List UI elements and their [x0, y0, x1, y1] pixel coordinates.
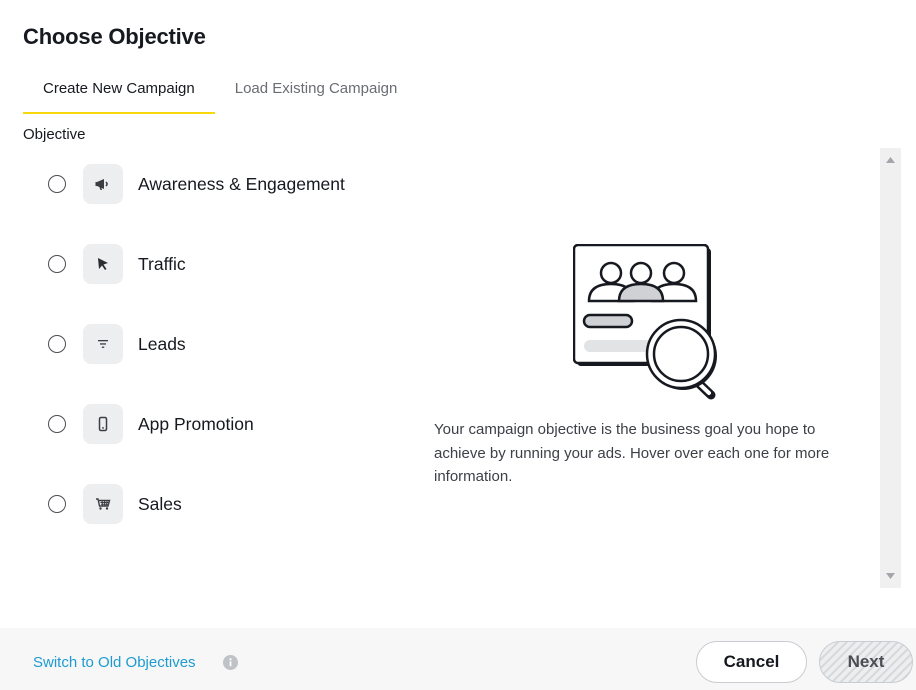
megaphone-icon: [83, 164, 123, 204]
objective-description: Your campaign objective is the business …: [434, 421, 830, 485]
awareness-label: Awareness & Engagement: [138, 173, 345, 194]
objective-option-awareness[interactable]: Awareness & Engagement: [23, 162, 423, 206]
objective-option-sales[interactable]: Sales: [23, 482, 423, 526]
leads-label: Leads: [138, 333, 186, 354]
audience-search-illustration: [572, 243, 743, 419]
app-promotion-label: App Promotion: [138, 413, 254, 434]
objective-option-traffic[interactable]: Traffic: [23, 242, 423, 286]
sales-label: Sales: [138, 493, 182, 514]
tab-create-new-campaign[interactable]: Create New Campaign: [23, 64, 215, 114]
objective-section-label: Objective: [23, 126, 86, 143]
phone-icon: [83, 404, 123, 444]
switch-to-old-objectives-link[interactable]: Switch to Old Objectives: [33, 654, 196, 671]
campaign-tabs: Create New Campaign Load Existing Campai…: [23, 64, 417, 114]
app-promotion-radio[interactable]: [48, 415, 66, 433]
filter-icon: [83, 324, 123, 364]
tab-load-existing-campaign[interactable]: Load Existing Campaign: [215, 64, 418, 112]
objective-scroll-area: Awareness & Engagement Traffic Leads App…: [23, 148, 901, 588]
choose-objective-dialog: Choose Objective Create New Campaign Loa…: [0, 0, 916, 690]
info-icon[interactable]: [223, 655, 238, 670]
objective-option-leads[interactable]: Leads: [23, 322, 423, 366]
traffic-radio[interactable]: [48, 255, 66, 273]
leads-radio[interactable]: [48, 335, 66, 353]
traffic-label: Traffic: [138, 253, 186, 274]
cursor-icon: [83, 244, 123, 284]
objective-option-app-promotion[interactable]: App Promotion: [23, 402, 423, 446]
dialog-footer: Switch to Old Objectives Cancel Next: [0, 628, 916, 690]
scroll-up-arrow-icon[interactable]: [880, 150, 901, 170]
scroll-down-arrow-icon[interactable]: [880, 566, 901, 586]
cancel-button[interactable]: Cancel: [696, 641, 807, 683]
vertical-scrollbar[interactable]: [880, 148, 901, 588]
sales-radio[interactable]: [48, 495, 66, 513]
dialog-title: Choose Objective: [23, 24, 206, 49]
next-button[interactable]: Next: [819, 641, 913, 683]
cart-icon: [83, 484, 123, 524]
awareness-radio[interactable]: [48, 175, 66, 193]
